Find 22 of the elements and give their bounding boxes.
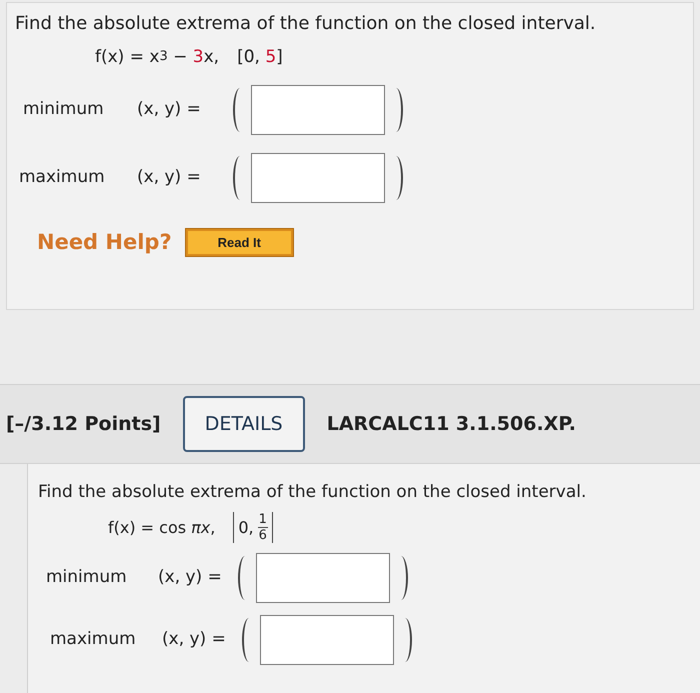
function-formula: f(x) = x$^{3}$ − 3x,: [95, 46, 220, 69]
answer-label: maximum: [19, 166, 106, 189]
answer-input[interactable]: [251, 152, 385, 202]
question-prompt: Find the absolute extrema of the function on the closed interval.: [15, 12, 597, 36]
answer-label: minimum: [46, 566, 128, 590]
function-formula: f(x) = cos πx,: [108, 516, 216, 538]
question-prompt: Find the absolute extrema of the function on the closed interval.: [38, 481, 588, 504]
answer-input[interactable]: [251, 84, 385, 134]
coordinate-label: (x, y) =: [158, 566, 223, 590]
answer-label: maximum: [50, 628, 137, 652]
read-it-button[interactable]: Read It: [186, 228, 293, 256]
answer-input[interactable]: [260, 615, 394, 665]
coordinate-label: (x, y) =: [137, 166, 202, 189]
details-button[interactable]: DETAILS: [182, 396, 305, 452]
coordinate-label: (x, y) =: [162, 628, 227, 652]
points-label: [–/3.12 Points]: [6, 412, 161, 437]
interval-text: [0, 5]: [237, 46, 283, 69]
problem-code: LARCALC11 3.1.506.XP.: [326, 412, 576, 437]
coordinate-label: (x, y) =: [137, 98, 202, 121]
need-help-label: Need Help?: [37, 228, 172, 256]
answer-input[interactable]: [256, 553, 390, 603]
answer-label: minimum: [23, 98, 105, 121]
